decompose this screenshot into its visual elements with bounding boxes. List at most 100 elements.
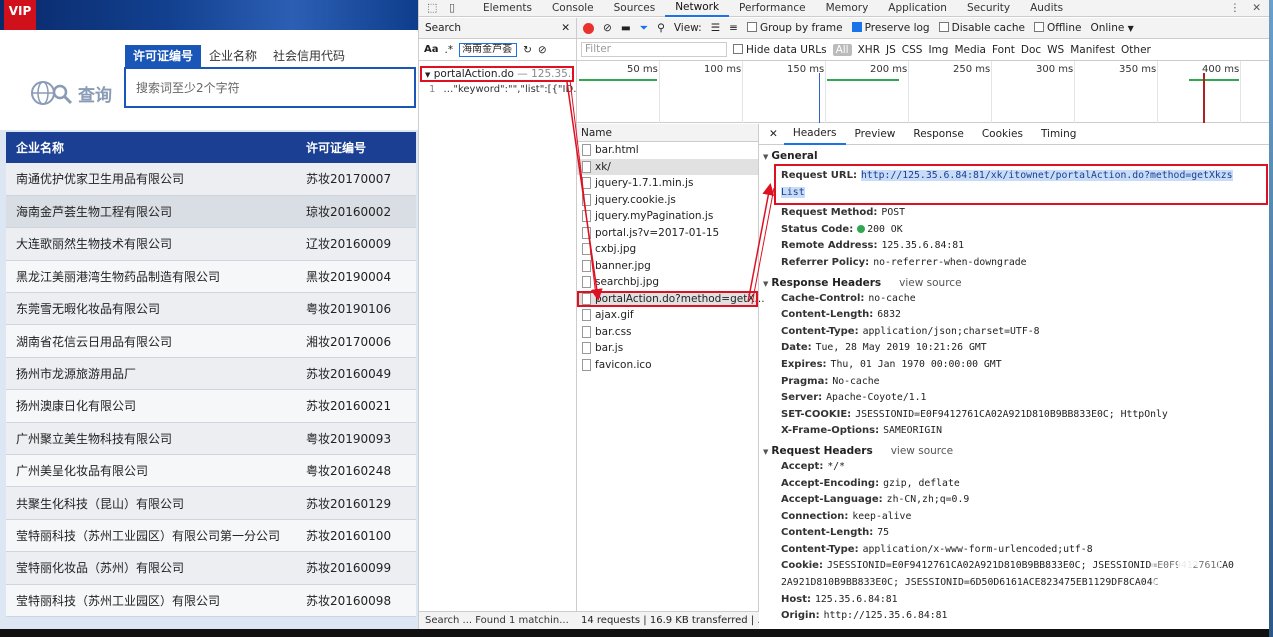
tab-memory[interactable]: Memory bbox=[816, 0, 879, 17]
list-item-selected[interactable]: portalAction.do?method=getX... bbox=[577, 290, 765, 307]
table-row[interactable]: 共聚生化科技（昆山）有限公司 苏妆20160129 bbox=[6, 486, 416, 520]
more-options-icon[interactable]: ⋮ bbox=[1230, 0, 1241, 17]
match-case-toggle[interactable]: Aa bbox=[424, 44, 439, 55]
list-item[interactable]: jquery.cookie.js bbox=[577, 192, 758, 209]
request-url-value[interactable]: http://125.35.6.84:81/xk/itownet/portalA… bbox=[860, 170, 1233, 181]
table-row[interactable]: 莹特丽化妆品（苏州）有限公司 苏妆20160099 bbox=[6, 551, 416, 585]
tab-elements[interactable]: Elements bbox=[473, 0, 542, 17]
table-row[interactable]: 湖南省花信云日用品有限公司 湘妆20170006 bbox=[6, 324, 416, 358]
company-name-cell[interactable]: 黑龙江美丽港湾生物药品制造有限公司 bbox=[6, 260, 296, 294]
table-row[interactable]: 扬州市龙源旅游用品厂 苏妆20160049 bbox=[6, 357, 416, 391]
filter-icon[interactable]: ⏷ bbox=[640, 22, 648, 35]
preserve-log-checkbox[interactable]: Preserve log bbox=[851, 22, 930, 34]
tab-cookies[interactable]: Cookies bbox=[973, 125, 1032, 144]
disable-cache-checkbox[interactable]: Disable cache bbox=[938, 22, 1025, 34]
company-name-cell[interactable]: 广州聚立美生物科技有限公司 bbox=[6, 422, 296, 456]
hide-data-urls-checkbox[interactable]: Hide data URLs bbox=[733, 43, 827, 56]
company-name-cell[interactable]: 扬州澳康日化有限公司 bbox=[6, 389, 296, 423]
request-url-value-cont[interactable]: List bbox=[781, 186, 805, 198]
filter-js[interactable]: JS bbox=[886, 44, 896, 56]
network-timeline[interactable]: 50 ms 100 ms 150 ms 200 ms 250 ms 300 ms… bbox=[577, 61, 1269, 123]
tab-audits[interactable]: Audits bbox=[1020, 0, 1073, 17]
clear-log-icon[interactable]: ⊘ bbox=[603, 22, 612, 34]
table-row[interactable]: 广州聚立美生物科技有限公司 粤妆20190093 bbox=[6, 422, 416, 456]
filter-doc[interactable]: Doc bbox=[1021, 44, 1041, 56]
filter-ws[interactable]: WS bbox=[1047, 44, 1064, 56]
company-name-cell[interactable]: 湖南省花信云日用品有限公司 bbox=[6, 324, 296, 358]
tab-timing[interactable]: Timing bbox=[1032, 125, 1085, 144]
list-item[interactable]: jquery-1.7.1.min.js bbox=[577, 175, 758, 192]
list-item[interactable]: bar.css bbox=[577, 324, 758, 341]
table-row[interactable]: 东莞雪无暇化妆品有限公司 粤妆20190106 bbox=[6, 292, 416, 326]
tab-preview[interactable]: Preview bbox=[846, 125, 905, 144]
company-name-cell[interactable]: 东莞雪无暇化妆品有限公司 bbox=[6, 292, 296, 326]
close-search-icon[interactable]: ✕ bbox=[561, 22, 570, 34]
list-item[interactable]: banner.jpg bbox=[577, 258, 758, 275]
inspect-element-icon[interactable]: ⬚ bbox=[427, 2, 441, 14]
tab-headers[interactable]: Headers bbox=[783, 124, 846, 145]
search-icon[interactable]: ⚲ bbox=[657, 22, 665, 34]
table-row[interactable]: 莹特丽科技（苏州工业园区）有限公司 苏妆20160098 bbox=[6, 584, 416, 617]
record-icon[interactable] bbox=[583, 22, 594, 34]
table-row[interactable]: 黑龙江美丽港湾生物药品制造有限公司 黑妆20190004 bbox=[6, 260, 416, 294]
refresh-icon[interactable]: ↻ bbox=[523, 44, 532, 56]
tab-console[interactable]: Console bbox=[542, 0, 604, 17]
filter-css[interactable]: CSS bbox=[902, 44, 923, 56]
filter-manifest[interactable]: Manifest bbox=[1070, 44, 1115, 56]
table-row[interactable]: 莹特丽科技（苏州工业园区）有限公司第一分公司 苏妆20160100 bbox=[6, 519, 416, 553]
device-toolbar-icon[interactable]: ▯ bbox=[449, 2, 463, 14]
view-source-link[interactable]: view source bbox=[891, 445, 953, 457]
response-headers-section-header[interactable]: ▼ Response Headers view source bbox=[759, 275, 1269, 291]
close-devtools-icon[interactable]: ✕ bbox=[1252, 0, 1261, 17]
view-source-link[interactable]: view source bbox=[899, 277, 961, 289]
list-item[interactable]: cxbj.jpg bbox=[577, 241, 758, 258]
filter-input[interactable]: Filter bbox=[581, 42, 727, 57]
filter-other[interactable]: Other bbox=[1121, 44, 1151, 56]
regex-toggle[interactable]: .* bbox=[445, 44, 454, 56]
overview-icon[interactable]: ≡ bbox=[729, 22, 738, 34]
filter-all[interactable]: All bbox=[832, 43, 852, 56]
filter-font[interactable]: Font bbox=[992, 44, 1015, 56]
list-item[interactable]: searchbj.jpg bbox=[577, 274, 758, 291]
throttling-select[interactable]: Online ▼ bbox=[1090, 22, 1133, 34]
company-name-cell[interactable]: 大连歌丽然生物技术有限公司 bbox=[6, 227, 296, 261]
company-name-cell[interactable]: 莹特丽科技（苏州工业园区）有限公司第一分公司 bbox=[6, 519, 296, 553]
search-input[interactable] bbox=[126, 69, 414, 106]
name-column-header[interactable]: Name bbox=[577, 124, 758, 142]
request-headers-section-header[interactable]: ▼ Request Headers view source bbox=[759, 443, 1269, 459]
search-label[interactable]: 查询 bbox=[30, 80, 112, 106]
close-details-icon[interactable]: ✕ bbox=[763, 128, 784, 140]
search-result-line[interactable]: 1 …"keyword":"","list":[{"ID… bbox=[429, 84, 583, 95]
company-name-cell[interactable]: 莹特丽化妆品（苏州）有限公司 bbox=[6, 551, 296, 585]
offline-checkbox[interactable]: Offline bbox=[1034, 22, 1081, 34]
search-result-file[interactable]: ▼ portalAction.do — 125.35.6... bbox=[420, 66, 574, 82]
video-play-icon[interactable] bbox=[1152, 532, 1220, 592]
table-row[interactable]: 南通优护优家卫生用品有限公司 苏妆20170007 bbox=[6, 163, 416, 196]
tab-performance[interactable]: Performance bbox=[729, 0, 816, 17]
screenshot-icon[interactable]: ▬ bbox=[621, 22, 631, 34]
tab-sources[interactable]: Sources bbox=[604, 0, 666, 17]
tab-license-number[interactable]: 许可证编号 bbox=[125, 45, 202, 67]
tab-security[interactable]: Security bbox=[957, 0, 1020, 17]
table-row[interactable]: 大连歌丽然生物技术有限公司 辽妆20160009 bbox=[6, 227, 416, 261]
general-section-header[interactable]: ▼ General bbox=[759, 148, 1269, 164]
company-name-cell[interactable]: 南通优护优家卫生用品有限公司 bbox=[6, 163, 296, 196]
tab-credit-code[interactable]: 社会信用代码 bbox=[265, 45, 353, 67]
list-item[interactable]: bar.html bbox=[577, 142, 758, 159]
filter-img[interactable]: Img bbox=[928, 44, 948, 56]
company-name-cell[interactable]: 共聚生化科技（昆山）有限公司 bbox=[6, 486, 296, 520]
table-row[interactable]: 广州美呈化妆品有限公司 粤妆20160248 bbox=[6, 454, 416, 488]
list-item[interactable]: portal.js?v=2017-01-15 bbox=[577, 225, 758, 242]
table-row[interactable]: 扬州澳康日化有限公司 苏妆20160021 bbox=[6, 389, 416, 423]
tab-response[interactable]: Response bbox=[904, 125, 972, 144]
large-rows-icon[interactable]: ☰ bbox=[711, 22, 720, 34]
list-item[interactable]: ajax.gif bbox=[577, 307, 758, 324]
search-query-input[interactable]: 海南金芦荟 bbox=[459, 42, 518, 57]
company-name-cell[interactable]: 海南金芦荟生物工程有限公司 bbox=[6, 195, 296, 229]
company-name-cell[interactable]: 莹特丽科技（苏州工业园区）有限公司 bbox=[6, 584, 296, 617]
tab-application[interactable]: Application bbox=[878, 0, 957, 17]
company-name-cell[interactable]: 扬州市龙源旅游用品厂 bbox=[6, 357, 296, 391]
table-row[interactable]: 海南金芦荟生物工程有限公司 琼妆20160002 bbox=[6, 195, 416, 229]
tab-network[interactable]: Network bbox=[665, 0, 730, 17]
list-item[interactable]: bar.js bbox=[577, 340, 758, 357]
